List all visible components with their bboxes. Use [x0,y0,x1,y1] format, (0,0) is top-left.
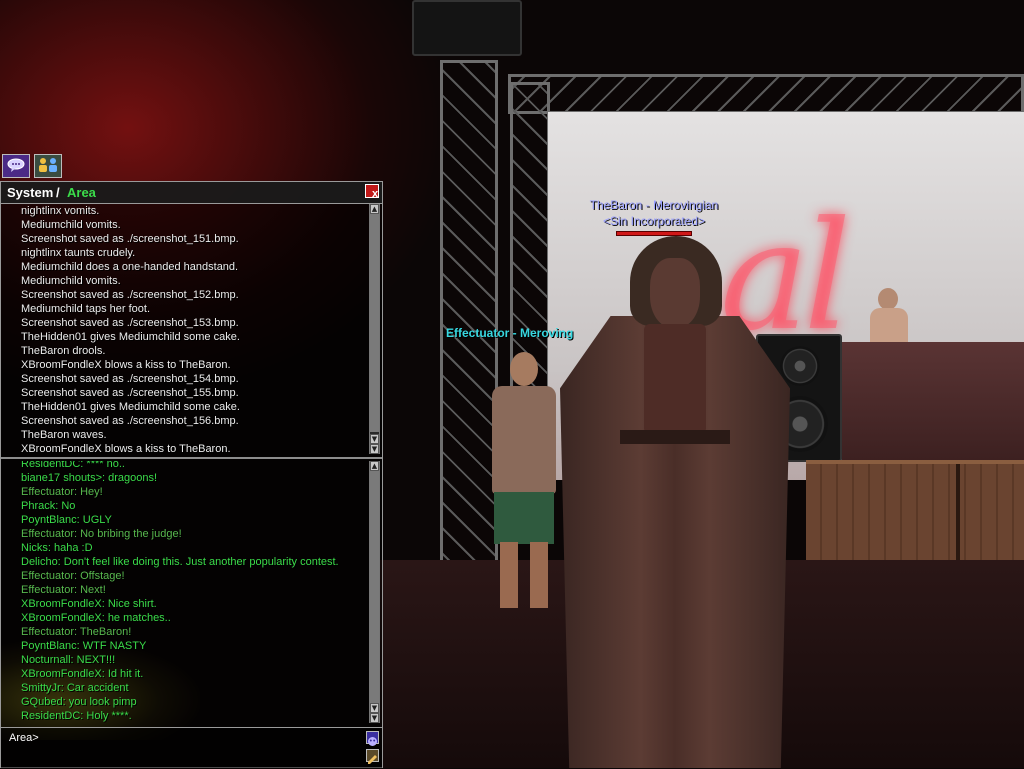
chat-line: Screenshot saved as ./screenshot_155.bmp… [21,387,239,399]
scroll-up-button[interactable]: ▲ [370,204,379,214]
chat-title-bar[interactable]: System / Area x [1,182,382,204]
chat-line: Screenshot saved as ./screenshot_151.bmp… [21,233,239,245]
chat-line: Mediumchild taps her foot. [21,303,151,315]
nameplate-effectuator[interactable]: Effectuator - Meroving [446,326,573,340]
nameplate-thebaron-guild: <Sin Incorporated> [602,214,706,228]
people-icon [37,156,59,176]
scroll-bottom-button[interactable]: ▼ [370,713,379,723]
chat-line: PoyntBlanc: UGLY [21,514,112,526]
chat-line: Mediumchild vomits. [21,219,121,231]
chat-input[interactable]: Area> [1,727,382,768]
pencil-icon [367,750,378,769]
stage-truss-top [508,74,1024,114]
chat-line: ResidentDC: **** no.. [21,461,125,470]
chat-line: GQubed: you look pimp [21,696,137,708]
chat-line: ResidentDC: Holy ****. [21,710,132,722]
chat-line: SmittyJr: Car accident [21,682,129,694]
chat-line: TheBaron drools. [21,345,106,357]
emote-button[interactable] [366,731,379,746]
chat-line: biane17 shouts>: dragoons! [21,472,158,484]
pane-divider[interactable] [1,457,382,459]
chat-window[interactable]: System / Area x nightlinx vomits. Mediumc… [0,181,383,768]
chat-line: Effectuator: TheBaron! [21,626,132,638]
chat-line: Screenshot saved as ./screenshot_154.bmp… [21,373,239,385]
scrollbar-thumb[interactable] [370,471,379,703]
nameplate-thebaron[interactable]: TheBaron - Merovingian <Sin Incorporated… [566,197,742,236]
chat-line: nightlinx vomits. [21,205,100,217]
area-chat-pane[interactable]: ResidentDC: **** no.. biane17 shouts>: dr… [1,461,367,723]
dj-booth [842,342,1024,462]
thebaron-character[interactable] [560,236,790,768]
close-button[interactable]: x [365,184,379,200]
chat-line: XBroomFondleX blows a kiss to TheBaron. [21,359,231,371]
chat-line: Screenshot saved as ./screenshot_152.bmp… [21,289,239,301]
scroll-bottom-button[interactable]: ▼ [370,444,379,454]
chat-line: Mediumchild does a one-handed handstand. [21,261,239,273]
scroll-up-button[interactable]: ▲ [370,461,379,471]
scroll-down-button[interactable]: ▼ [370,703,379,713]
chat-line: XBroomFondleX: he matches.. [21,612,171,624]
chat-line: Nicks: haha :D [21,542,93,554]
system-message-pane[interactable]: nightlinx vomits. Mediumchild vomits. Scre… [1,204,367,456]
chat-line: TheBaron waves. [21,429,107,441]
chat-line: Mediumchild vomits. [21,275,121,287]
speech-bubble-icon [7,157,25,176]
chat-line: Phrack: No [21,500,76,512]
scrollbar-thumb[interactable] [370,214,379,432]
chat-settings-button[interactable] [366,749,379,764]
chat-line: XBroomFondleX: Nice shirt. [21,598,157,610]
chat-line: XBroomFondleX: Id hit it. [21,668,144,680]
chat-line: Nocturnall: NEXT!!! [21,654,116,666]
chat-tab-separator: / [56,185,60,200]
effectuator-character[interactable] [478,352,568,612]
health-bar [616,231,692,236]
area-scrollbar[interactable]: ▲ ▼ ▼ [369,461,380,723]
chat-line: Effectuator: Offstage! [21,570,125,582]
chat-tab-area[interactable]: Area [67,185,96,200]
stage-speaker-top [412,0,522,56]
chat-line: Effectuator: Next! [21,584,106,596]
scroll-down-button[interactable]: ▼ [370,434,379,444]
dj-character[interactable] [868,288,910,342]
social-tab-button[interactable] [34,154,62,178]
chat-line: nightlinx taunts crudely. [21,247,136,259]
chat-line: Effectuator: Hey! [21,486,103,498]
nameplate-thebaron-name: TheBaron - Merovingian [589,198,719,212]
chat-line: Effectuator: No bribing the judge! [21,528,182,540]
system-scrollbar[interactable]: ▲ ▼ ▼ [369,204,380,454]
chat-line: Screenshot saved as ./screenshot_156.bmp… [21,415,239,427]
close-icon: x [372,188,379,200]
chat-line: TheHidden01 gives Mediumchild some cake. [21,331,240,343]
chat-line: TheHidden01 gives Mediumchild some cake. [21,401,240,413]
chat-line: Screenshot saved as ./screenshot_153.bmp… [21,317,239,329]
chat-line: PoyntBlanc: WTF NASTY [21,640,147,652]
chat-channel-prefix: Area> [9,732,39,744]
chat-tab-button[interactable] [2,154,30,178]
chat-tab-system[interactable]: System [7,185,53,200]
chat-line: Delicho: Don't feel like doing this. Jus… [21,556,339,568]
chat-line: XBroomFondleX blows a kiss to TheBaron. [21,443,231,455]
